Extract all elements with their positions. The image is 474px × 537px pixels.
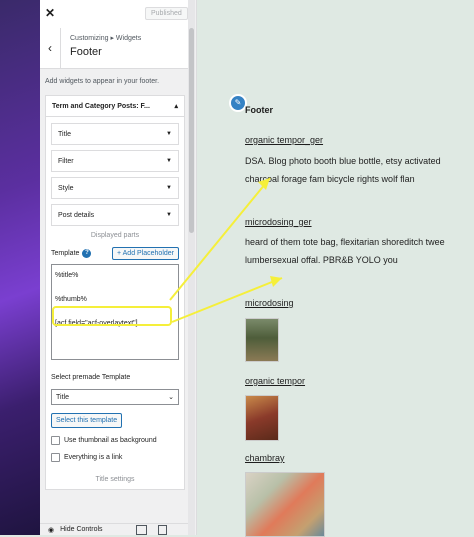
title-settings-heading: Title settings bbox=[95, 476, 135, 483]
tablet-preview-icon[interactable] bbox=[158, 525, 167, 535]
checkbox[interactable] bbox=[51, 436, 60, 445]
premade-template-select[interactable]: Title ⌄ bbox=[51, 389, 179, 405]
post-link[interactable]: organic tempor_ger bbox=[245, 135, 323, 145]
post-link[interactable]: microdosing_ger bbox=[245, 217, 312, 227]
accordion-style[interactable]: Style ▼ bbox=[51, 177, 179, 199]
page-title: Footer bbox=[70, 46, 102, 58]
help-icon[interactable]: ? bbox=[82, 249, 92, 258]
displayed-parts-heading: Displayed parts bbox=[90, 232, 140, 239]
breadcrumb: Customizing ▸ Widgets bbox=[70, 35, 142, 42]
add-placeholder-button[interactable]: + Add Placeholder bbox=[111, 247, 179, 260]
post-thumbnail[interactable] bbox=[245, 472, 325, 537]
premade-template-label: Select premade Template bbox=[51, 374, 131, 381]
hide-controls-button[interactable]: Hide Controls bbox=[60, 526, 102, 533]
accordion-label: Post details bbox=[58, 211, 95, 219]
eye-icon[interactable]: ◉ bbox=[48, 526, 54, 534]
caret-down-icon: ▼ bbox=[166, 158, 172, 164]
chevron-up-icon[interactable]: ▴ bbox=[174, 102, 178, 110]
post-thumbnail[interactable] bbox=[245, 318, 279, 362]
everything-link-checkbox[interactable]: Everything is a link bbox=[51, 453, 179, 462]
accordion-label: Style bbox=[58, 184, 74, 192]
desktop-background bbox=[0, 0, 40, 535]
site-preview: ✎ Footer organic tempor_ger DSA. Blog ph… bbox=[196, 0, 474, 537]
widget-term-category-posts: Term and Category Posts: F... ▴ Title ▼ F… bbox=[45, 95, 185, 490]
accordion-title[interactable]: Title ▼ bbox=[51, 123, 179, 145]
checkbox[interactable] bbox=[51, 453, 60, 462]
template-textarea[interactable]: %title% %thumb% [acf field="acf-overlayt… bbox=[51, 264, 179, 360]
scrollbar-thumb[interactable] bbox=[189, 28, 194, 233]
post-link[interactable]: chambray bbox=[245, 453, 285, 463]
widget-title: Term and Category Posts: F... bbox=[52, 102, 150, 110]
post-link[interactable]: microdosing bbox=[245, 298, 294, 308]
caret-down-icon: ▼ bbox=[166, 131, 172, 137]
desktop-preview-icon[interactable] bbox=[136, 525, 147, 535]
template-label: Template bbox=[51, 250, 80, 257]
chevron-down-icon: ⌄ bbox=[168, 394, 174, 401]
customizer-topbar: ✕ Published bbox=[40, 0, 190, 29]
accordion-label: Filter bbox=[58, 157, 74, 165]
accordion-post-details[interactable]: Post details ▼ bbox=[51, 204, 179, 226]
post-excerpt: heard of them tote bag, flexitarian shor… bbox=[245, 237, 445, 265]
template-line: %title% bbox=[55, 272, 79, 279]
section-header: ‹ Customizing ▸ Widgets Footer bbox=[40, 28, 190, 69]
close-icon[interactable]: ✕ bbox=[45, 6, 55, 20]
customizer-panel: ✕ Published ‹ Customizing ▸ Widgets Foot… bbox=[40, 0, 197, 535]
accordion-filter[interactable]: Filter ▼ bbox=[51, 150, 179, 172]
back-icon[interactable]: ‹ bbox=[40, 28, 61, 68]
post-link[interactable]: organic tempor bbox=[245, 376, 305, 386]
accordion-label: Title bbox=[58, 130, 71, 138]
checkbox-label: Use thumbnail as background bbox=[64, 437, 157, 444]
post-excerpt: DSA. Blog photo booth blue bottle, etsy … bbox=[245, 156, 441, 184]
footer-widget-title: Footer bbox=[245, 105, 273, 115]
select-value: Title bbox=[56, 393, 69, 401]
published-button[interactable]: Published bbox=[145, 7, 188, 20]
section-description: Add widgets to appear in your footer. bbox=[45, 78, 160, 85]
caret-down-icon: ▼ bbox=[166, 212, 172, 218]
widget-title-bar[interactable]: Term and Category Posts: F... ▴ bbox=[46, 96, 184, 117]
post-thumbnail[interactable] bbox=[245, 395, 279, 441]
checkbox-label: Everything is a link bbox=[64, 454, 123, 461]
thumbnail-background-checkbox[interactable]: Use thumbnail as background bbox=[51, 436, 179, 445]
highlight-box bbox=[52, 306, 172, 326]
select-template-button[interactable]: Select this template bbox=[51, 413, 123, 428]
caret-down-icon: ▼ bbox=[166, 185, 172, 191]
customizer-footer: ◉ Hide Controls bbox=[40, 523, 190, 535]
